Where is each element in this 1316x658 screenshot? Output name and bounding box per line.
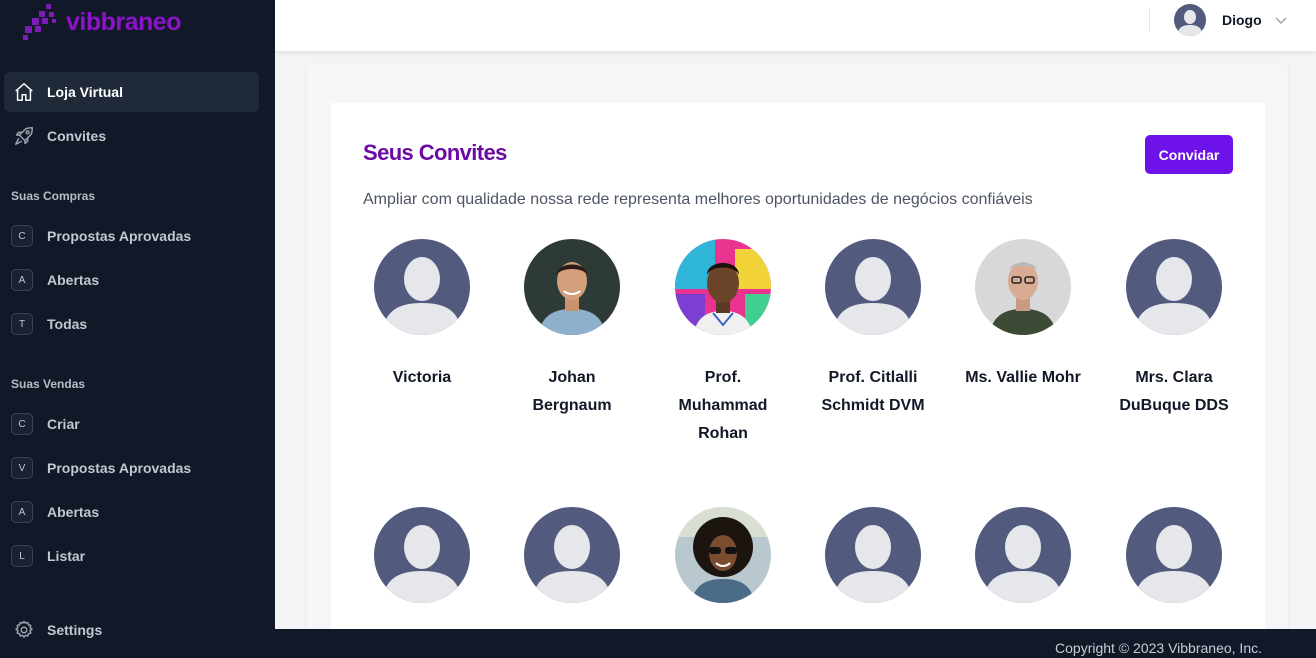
- person-card[interactable]: Prof. Citlalli Schmidt DVM: [813, 239, 933, 420]
- brand-name: vibbraneo: [66, 7, 181, 36]
- user-name: Diogo: [1222, 12, 1262, 28]
- gear-icon: [12, 618, 36, 642]
- sidebar-item-vendas-abertas[interactable]: A Abertas: [4, 492, 259, 532]
- sidebar-item-label: Propostas Aprovadas: [47, 460, 192, 476]
- person-card[interactable]: Victoria: [362, 239, 482, 392]
- sidebar-item-compras-todas[interactable]: T Todas: [4, 304, 259, 344]
- person-card[interactable]: [663, 507, 783, 632]
- sidebar-item-compras-abertas[interactable]: A Abertas: [4, 260, 259, 300]
- person-card[interactable]: [813, 507, 933, 632]
- sidebar-item-label: Listar: [47, 548, 86, 564]
- avatar: [675, 507, 771, 603]
- sidebar-item-label: Abertas: [47, 272, 100, 288]
- avatar: [825, 507, 921, 603]
- badge-letter: A: [11, 269, 33, 291]
- person-card[interactable]: [362, 507, 482, 632]
- badge-letter: C: [11, 225, 33, 247]
- avatar: [675, 239, 771, 335]
- sidebar-item-convites[interactable]: Convites: [4, 116, 259, 156]
- avatar: [975, 507, 1071, 603]
- avatar: [1174, 4, 1206, 36]
- sidebar-item-label: Propostas Aprovadas: [47, 228, 192, 244]
- user-menu[interactable]: Diogo: [1174, 4, 1288, 36]
- sidebar-item-settings[interactable]: Settings: [4, 610, 259, 650]
- badge-letter: A: [11, 501, 33, 523]
- page-subtitle: Ampliar com qualidade nossa rede represe…: [363, 191, 1033, 208]
- rocket-icon: [12, 124, 36, 148]
- top-header: Diogo: [275, 0, 1316, 51]
- chevron-down-icon: [1275, 17, 1287, 25]
- person-card[interactable]: Ms. Vallie Mohr: [963, 239, 1083, 392]
- badge-letter: L: [11, 545, 33, 567]
- person-card[interactable]: Prof. Muhammad Rohan: [663, 239, 783, 448]
- person-name: Victoria: [392, 369, 452, 386]
- copyright-text: Copyright © 2023 Vibbraneo, Inc.: [1055, 640, 1262, 656]
- sidebar-item-label: Settings: [47, 622, 103, 638]
- sidebar-item-loja-virtual[interactable]: Loja Virtual: [4, 72, 259, 112]
- section-title-compras: Suas Compras: [11, 189, 96, 203]
- invites-panel: Seus Convites Convidar Ampliar com quali…: [331, 103, 1265, 643]
- brand-logo-icon: [23, 4, 56, 40]
- section-title-vendas: Suas Vendas: [11, 377, 86, 391]
- avatar: [975, 239, 1071, 335]
- person-name: Mrs. Clara DuBuque DDS: [1119, 369, 1229, 414]
- person-name: Ms. Vallie Mohr: [965, 369, 1081, 386]
- badge-letter: V: [11, 457, 33, 479]
- person-card[interactable]: [963, 507, 1083, 632]
- sidebar-item-label: Abertas: [47, 504, 100, 520]
- avatar: [825, 239, 921, 335]
- header-divider: [1149, 8, 1150, 32]
- avatar: [524, 239, 620, 335]
- person-name: Prof. Citlalli Schmidt DVM: [821, 369, 925, 414]
- home-icon: [12, 80, 36, 104]
- person-name: Prof. Muhammad Rohan: [678, 369, 768, 442]
- avatar: [374, 239, 470, 335]
- sidebar: vibbraneo Loja Virtual Convites Suas Com…: [0, 0, 275, 658]
- avatar: [1126, 239, 1222, 335]
- page-title: Seus Convites: [363, 140, 507, 165]
- sidebar-item-label: Loja Virtual: [47, 84, 123, 100]
- sidebar-item-vendas-listar[interactable]: L Listar: [4, 536, 259, 576]
- avatar: [374, 507, 470, 603]
- invite-button[interactable]: Convidar: [1145, 135, 1233, 174]
- badge-letter: C: [11, 413, 33, 435]
- avatar: [524, 507, 620, 603]
- person-name: Johan Bergnaum: [532, 369, 612, 414]
- person-card[interactable]: [512, 507, 632, 632]
- sidebar-item-label: Criar: [47, 416, 80, 432]
- sidebar-item-vendas-criar[interactable]: C Criar: [4, 404, 259, 444]
- footer: Copyright © 2023 Vibbraneo, Inc.: [275, 629, 1316, 658]
- badge-letter: T: [11, 313, 33, 335]
- sidebar-item-label: Todas: [47, 316, 88, 332]
- sidebar-item-vendas-propostas-aprovadas[interactable]: V Propostas Aprovadas: [4, 448, 259, 488]
- sidebar-item-compras-propostas-aprovadas[interactable]: C Propostas Aprovadas: [4, 216, 259, 256]
- person-card[interactable]: Mrs. Clara DuBuque DDS: [1114, 239, 1234, 420]
- avatar: [1126, 507, 1222, 603]
- person-card[interactable]: [1114, 507, 1234, 632]
- person-card[interactable]: Johan Bergnaum: [512, 239, 632, 420]
- brand[interactable]: vibbraneo: [22, 4, 181, 40]
- sidebar-item-label: Convites: [47, 128, 107, 144]
